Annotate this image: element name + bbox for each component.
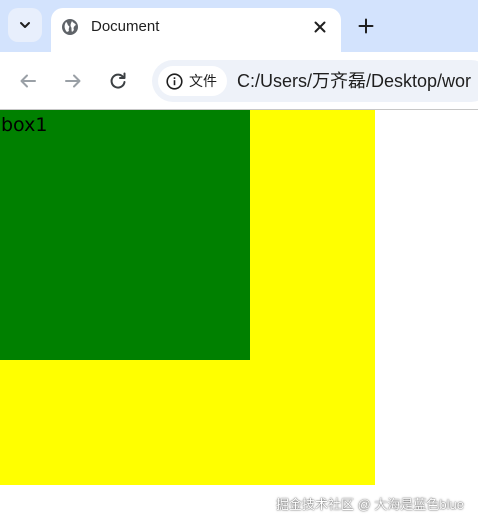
close-icon bbox=[314, 21, 326, 33]
arrow-left-icon bbox=[20, 74, 36, 88]
box1-label: box1 bbox=[1, 114, 48, 136]
info-icon bbox=[166, 72, 183, 90]
globe-icon bbox=[62, 19, 78, 35]
new-tab-button[interactable] bbox=[352, 12, 380, 40]
page-viewport: box1 掘金技术社区 @ 大海是蓝色blue bbox=[0, 110, 478, 527]
tab-document[interactable]: Document bbox=[51, 8, 341, 52]
address-bar[interactable]: 文件 C:/Users/万齐磊/Desktop/wor bbox=[152, 60, 478, 102]
watermark: 掘金技术社区 @ 大海是蓝色blue bbox=[276, 497, 464, 512]
arrow-right-icon bbox=[65, 74, 81, 88]
reload-icon bbox=[110, 72, 126, 89]
forward-button[interactable] bbox=[60, 68, 86, 94]
box1: box1 bbox=[0, 110, 250, 360]
tab-search-button[interactable] bbox=[8, 8, 42, 42]
chevron-down-icon bbox=[20, 22, 30, 28]
site-info-chip[interactable]: 文件 bbox=[158, 66, 227, 96]
tab-strip: Document bbox=[0, 0, 478, 52]
plus-icon bbox=[358, 18, 374, 34]
browser-toolbar: 文件 C:/Users/万齐磊/Desktop/wor bbox=[0, 52, 478, 110]
tab-title: Document bbox=[91, 18, 160, 35]
browser-window: Document 文件 C:/Users/万齐磊/Desktop/wor box… bbox=[0, 0, 478, 527]
url-text[interactable]: C:/Users/万齐磊/Desktop/wor bbox=[237, 70, 471, 92]
close-tab-button[interactable] bbox=[309, 16, 331, 38]
back-button[interactable] bbox=[15, 68, 41, 94]
site-chip-label: 文件 bbox=[189, 73, 217, 89]
reload-button[interactable] bbox=[105, 68, 131, 94]
